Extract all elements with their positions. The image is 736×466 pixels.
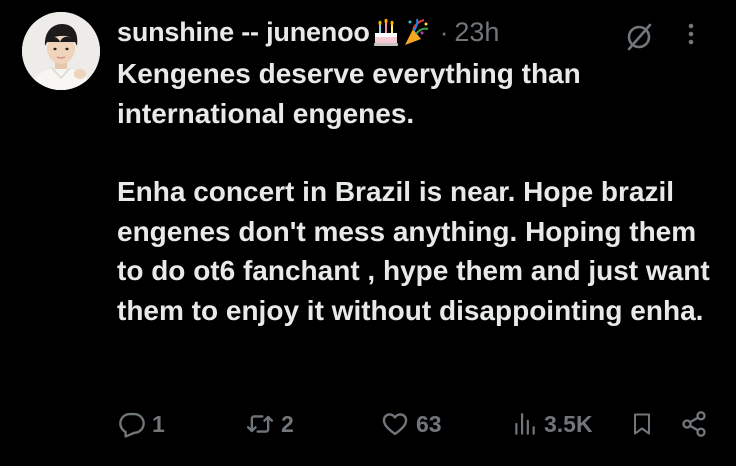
analytics-icon xyxy=(512,410,538,438)
avatar[interactable] xyxy=(22,12,100,90)
tweet-text: Kengenes deserve everything than interna… xyxy=(117,54,717,330)
party-popper-emoji xyxy=(402,17,430,47)
separator-dot: · xyxy=(439,16,449,47)
more-icon[interactable] xyxy=(683,18,699,50)
views-count: 3.5K xyxy=(544,410,593,437)
tweet-paragraph-1: Kengenes deserve everything than interna… xyxy=(117,58,581,129)
share-icon xyxy=(680,410,708,438)
tweet-paragraph-2: Enha concert in Brazil is near. Hope bra… xyxy=(117,176,710,326)
action-bar: 1 2 63 3.5K xyxy=(0,404,736,444)
reply-icon xyxy=(118,410,146,438)
repost-button[interactable]: 2 xyxy=(245,404,294,444)
tweet[interactable]: sunshine -- junenoo · 23h Kengenes deser… xyxy=(0,0,736,466)
bookmark-button[interactable] xyxy=(630,404,654,444)
heart-icon xyxy=(380,410,410,438)
grok-icon[interactable] xyxy=(624,22,654,52)
like-button[interactable]: 63 xyxy=(380,404,442,444)
display-name[interactable]: sunshine -- junenoo xyxy=(117,17,370,48)
share-button[interactable] xyxy=(680,404,708,444)
post-time[interactable]: 23h xyxy=(454,17,499,48)
repost-icon xyxy=(245,410,275,438)
like-count: 63 xyxy=(416,410,442,437)
bookmark-icon xyxy=(630,410,654,438)
views-button[interactable]: 3.5K xyxy=(512,404,593,444)
birthday-cake-emoji xyxy=(372,17,400,47)
reply-count: 1 xyxy=(152,410,165,437)
repost-count: 2 xyxy=(281,410,294,437)
reply-button[interactable]: 1 xyxy=(118,404,165,444)
